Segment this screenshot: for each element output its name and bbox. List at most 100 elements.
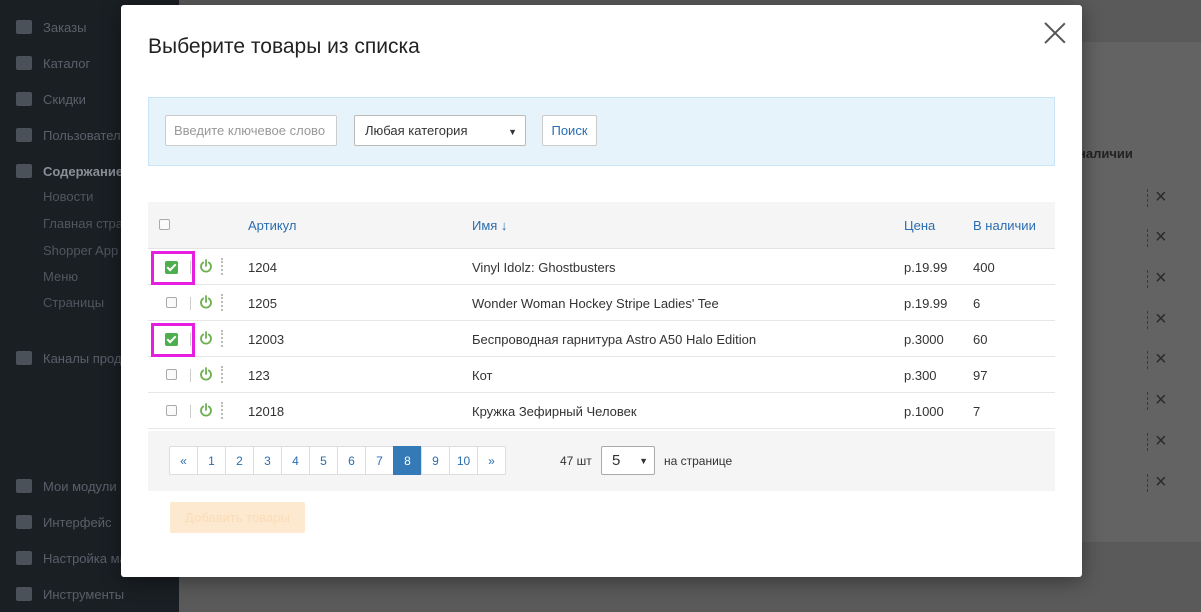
page-prev[interactable]: « [169, 446, 198, 475]
cell-stock: 7 [973, 404, 981, 419]
row-checkbox[interactable] [165, 333, 178, 346]
power-icon[interactable] [199, 295, 213, 309]
row-checkbox[interactable] [165, 261, 178, 274]
close-icon[interactable]: × [1155, 227, 1171, 247]
sidebar-item-tools[interactable]: Инструменты [16, 584, 124, 604]
drag-handle-icon[interactable] [221, 402, 223, 419]
per-page-value: 5 [612, 452, 621, 469]
background-column-header: наличии [1078, 146, 1133, 161]
add-products-button[interactable]: Добавить товары [170, 502, 305, 533]
page-1[interactable]: 1 [197, 446, 226, 475]
page-9[interactable]: 9 [421, 446, 450, 475]
power-icon[interactable] [199, 403, 213, 417]
search-button[interactable]: Поиск [542, 115, 597, 146]
sidebar-item-channels[interactable]: Каналы продаж [16, 348, 137, 368]
gear-icon [16, 587, 32, 601]
sidebar-item-label: Пользователи [43, 127, 128, 143]
total-count: 47 шт [560, 454, 592, 468]
per-page-label: на странице [664, 454, 733, 468]
caret-down-icon: ▼ [508, 127, 517, 137]
page-3[interactable]: 3 [253, 446, 282, 475]
category-select[interactable]: Любая категория ▼ [354, 115, 526, 146]
divider [190, 369, 191, 382]
sidebar-item-label: Мои модули [43, 478, 117, 494]
power-icon[interactable] [199, 367, 213, 381]
products-table: Артикул Имя ↓ Цена В наличии 1204 Vinyl … [148, 202, 1055, 429]
close-icon[interactable]: × [1155, 309, 1171, 329]
close-icon[interactable]: × [1155, 268, 1171, 288]
sidebar-item-users[interactable]: Пользователи [16, 125, 128, 145]
row-checkbox[interactable] [166, 405, 177, 416]
drag-handle-icon[interactable] [221, 330, 223, 347]
page-4[interactable]: 4 [281, 446, 310, 475]
close-icon[interactable] [1043, 21, 1067, 45]
page-10[interactable]: 10 [449, 446, 478, 475]
cell-stock: 60 [973, 332, 988, 347]
sidebar-subitem-menu[interactable]: Меню [43, 269, 78, 284]
power-icon[interactable] [199, 259, 213, 273]
page-5[interactable]: 5 [309, 446, 338, 475]
sidebar-item-interface[interactable]: Интерфейс [16, 512, 111, 532]
close-icon[interactable]: × [1155, 431, 1171, 451]
cell-sku: 1205 [248, 296, 277, 311]
close-icon[interactable]: × [1155, 472, 1171, 492]
sidebar-item-my-modules[interactable]: Мои модули [16, 476, 117, 496]
cell-sku: 12018 [248, 404, 285, 419]
cell-price: р.19.99 [904, 260, 948, 275]
page-6[interactable]: 6 [337, 446, 366, 475]
page-next[interactable]: » [477, 446, 506, 475]
column-header-stock[interactable]: В наличии [973, 218, 1036, 233]
row-checkbox[interactable] [166, 369, 177, 380]
drag-handle-icon[interactable] [221, 294, 223, 311]
column-header-price[interactable]: Цена [904, 218, 935, 233]
sidebar-item-label: Каталог [43, 55, 91, 71]
sidebar-item-label: Содержание [43, 163, 124, 179]
drag-handle-icon[interactable] [221, 258, 223, 275]
close-icon[interactable]: × [1155, 187, 1171, 207]
per-page-select[interactable]: 5 ▼ [601, 446, 655, 475]
page-7[interactable]: 7 [365, 446, 394, 475]
filter-bar: Любая категория ▼ Поиск [148, 97, 1055, 166]
cell-stock: 97 [973, 368, 988, 383]
cell-name: Wonder Woman Hockey Stripe Ladies' Tee [472, 296, 719, 311]
cell-sku: 123 [248, 368, 270, 383]
cell-price: р.1000 [904, 404, 944, 419]
background-row-separator [1147, 311, 1148, 329]
page-2[interactable]: 2 [225, 446, 254, 475]
sidebar-item-discounts[interactable]: Скидки [16, 89, 86, 109]
row-checkbox[interactable] [166, 297, 177, 308]
keyword-search-input[interactable] [165, 115, 337, 146]
cell-name: Кружка Зефирный Человек [472, 404, 637, 419]
cell-sku: 12003 [248, 332, 285, 347]
sidebar-subitem-shopper-app[interactable]: Shopper App [43, 243, 118, 258]
cell-name: Беспроводная гарнитура Astro A50 Halo Ed… [472, 332, 757, 347]
column-header-name[interactable]: Имя ↓ [472, 218, 507, 233]
sidebar-item-orders[interactable]: Заказы [16, 17, 86, 37]
gift-icon [16, 92, 32, 106]
caret-down-icon: ▼ [639, 456, 648, 466]
column-header-sku[interactable]: Артикул [248, 218, 296, 233]
cell-stock: 400 [973, 260, 995, 275]
drag-handle-icon[interactable] [221, 366, 223, 383]
page-8-current[interactable]: 8 [393, 446, 422, 475]
background-row-separator [1147, 270, 1148, 288]
close-icon[interactable]: × [1155, 390, 1171, 410]
divider [190, 297, 191, 310]
close-icon[interactable]: × [1155, 349, 1171, 369]
image-icon [16, 515, 32, 529]
select-all-checkbox[interactable] [159, 219, 170, 230]
sidebar-item-label: Скидки [43, 91, 86, 107]
sidebar-subitem-pages[interactable]: Страницы [43, 295, 104, 310]
cell-name: Vinyl Idolz: Ghostbusters [472, 260, 616, 275]
cell-sku: 1204 [248, 260, 277, 275]
power-icon[interactable] [199, 331, 213, 345]
sidebar-subitem-news[interactable]: Новости [43, 189, 93, 204]
tags-icon [16, 56, 32, 70]
table-row: 1204 Vinyl Idolz: Ghostbusters р.19.99 4… [148, 249, 1055, 285]
sidebar-item-label: Инструменты [43, 586, 125, 602]
background-row-separator [1147, 229, 1148, 247]
sidebar-item-content[interactable]: Содержание [16, 161, 123, 181]
cell-stock: 6 [973, 296, 981, 311]
table-header: Артикул Имя ↓ Цена В наличии [148, 202, 1055, 249]
sidebar-item-catalog[interactable]: Каталог [16, 53, 90, 73]
